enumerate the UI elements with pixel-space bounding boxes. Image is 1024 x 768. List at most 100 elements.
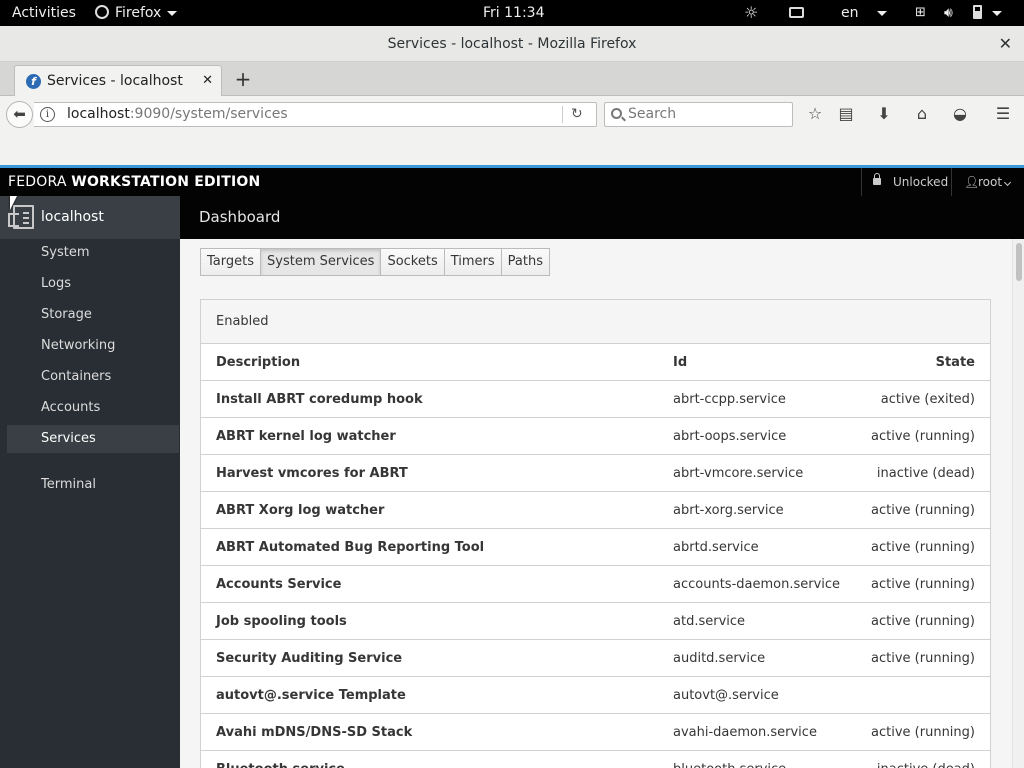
sidebar-item-logs[interactable]: Logs — [7, 270, 179, 298]
browser-tab[interactable]: f Services - localhost ✕ — [14, 65, 222, 97]
service-state: active (running) — [871, 540, 975, 555]
table-row[interactable]: Accounts Service accounts-daemon.service a… — [201, 566, 990, 603]
service-id: auditd.service — [673, 651, 766, 666]
language-menu[interactable]: en — [841, 0, 887, 26]
sidebar-item-networking[interactable]: Networking — [7, 332, 179, 360]
enabled-services-panel: Enabled Description Id State Install ABR… — [200, 299, 991, 768]
user-name: root — [978, 175, 1003, 189]
service-state: inactive (dead) — [877, 751, 975, 768]
cockpit-header: FEDORA WORKSTATION EDITION Unlocked 👤︎ r… — [0, 168, 1024, 196]
service-id: abrt-oops.service — [673, 429, 787, 444]
services-table-body: Install ABRT coredump hook abrt-ccpp.serv… — [201, 381, 990, 768]
table-row[interactable]: ABRT Xorg log watcher abrt-xorg.service ac… — [201, 492, 990, 529]
service-id: abrtd.service — [673, 540, 759, 555]
service-state: active (running) — [871, 503, 975, 518]
tab-paths[interactable]: Paths — [500, 248, 551, 276]
table-row[interactable]: Avahi mDNS/DNS-SD Stack avahi-daemon.serv… — [201, 714, 990, 751]
service-state: inactive (dead) — [876, 466, 975, 481]
url-divider — [562, 106, 563, 123]
brightness-icon[interactable]: ☼ — [744, 0, 758, 26]
panel-heading: Enabled — [201, 300, 990, 344]
search-icon — [611, 108, 622, 119]
volume-icon[interactable]: 🔊︎ — [944, 0, 953, 26]
url-host: localhost — [67, 106, 130, 122]
service-id: abrt-ccpp.service — [673, 392, 786, 407]
lock-icon — [873, 173, 881, 185]
hamburger-menu-icon[interactable]: ☰ — [993, 104, 1013, 124]
window-close-button[interactable]: ✕ — [999, 26, 1012, 62]
column-header-state: State — [935, 355, 975, 370]
user-menu[interactable]: 👤︎ root — [951, 168, 1024, 196]
service-description: Security Auditing Service — [216, 651, 403, 666]
page-breadcrumb[interactable]: Dashboard — [180, 196, 1024, 239]
reload-icon[interactable]: ↻ — [571, 103, 583, 126]
back-button[interactable]: ⬅ — [6, 101, 33, 128]
tab-system-services[interactable]: System Services — [260, 248, 381, 276]
reading-list-icon[interactable]: ▤ — [836, 104, 856, 124]
table-row[interactable]: Install ABRT coredump hook abrt-ccpp.serv… — [201, 381, 990, 418]
firefox-icon — [95, 5, 109, 19]
download-icon[interactable]: ⬇ — [874, 104, 894, 124]
scrollbar[interactable] — [1012, 239, 1024, 768]
clock[interactable]: Fri 11:34 — [483, 0, 544, 26]
service-id: abrt-vmcore.service — [673, 466, 804, 481]
toolbar-spacer — [0, 132, 1024, 168]
service-description: ABRT kernel log watcher — [216, 429, 396, 444]
battery-icon — [973, 5, 982, 19]
brand-light: FEDORA — [8, 174, 72, 190]
home-icon[interactable]: ⌂ — [912, 104, 932, 124]
service-state: active (running) — [871, 429, 975, 444]
gnome-top-bar: Activities Firefox Fri 11:34 ☼ en ⊞ 🔊︎ — [0, 0, 1024, 26]
sidebar-item-containers[interactable]: Containers — [7, 363, 179, 391]
service-id: avahi-daemon.service — [673, 725, 817, 740]
table-row[interactable]: ABRT Automated Bug Reporting Tool abrtd.s… — [201, 529, 990, 566]
browser-tab-label: Services - localhost — [47, 73, 183, 89]
network-icon[interactable]: ⊞ — [915, 0, 926, 26]
display-icon[interactable] — [789, 0, 804, 26]
column-header-id: Id — [673, 355, 688, 370]
sidebar-item-system[interactable]: System — [7, 239, 179, 267]
window-title-bar: Services - localhost - Mozilla Firefox ✕ — [0, 26, 1024, 62]
host-switcher[interactable]: localhost — [0, 196, 180, 239]
sidebar-item-terminal[interactable]: Terminal — [7, 471, 179, 499]
bookmark-star-icon[interactable]: ☆ — [805, 104, 825, 124]
table-row[interactable]: Security Auditing Service auditd.service a… — [201, 640, 990, 677]
chevron-down-icon — [992, 10, 1002, 16]
table-row[interactable]: ABRT kernel log watcher abrt-oops.service… — [201, 418, 990, 455]
table-row[interactable]: Harvest vmcores for ABRT abrt-vmcore.serv… — [201, 455, 990, 492]
table-row[interactable]: autovt@.service Template autovt@.service — [201, 677, 990, 714]
brand-logo: FEDORA WORKSTATION EDITION — [8, 168, 260, 196]
service-description: Job spooling tools — [216, 614, 347, 629]
info-icon[interactable]: i — [40, 107, 55, 122]
privilege-status[interactable]: Unlocked — [861, 168, 951, 196]
service-description: autovt@.service Template — [216, 688, 406, 703]
url-text: localhost:9090/system/services — [67, 103, 288, 126]
tab-sockets[interactable]: Sockets — [380, 248, 444, 276]
search-placeholder: Search — [628, 106, 677, 122]
table-row[interactable]: Job spooling tools atd.service active (run… — [201, 603, 990, 640]
tab-timers[interactable]: Timers — [443, 248, 501, 276]
service-description: Install ABRT coredump hook — [216, 392, 423, 407]
service-state: active (running) — [871, 651, 975, 666]
sidebar-item-services[interactable]: Services — [7, 425, 179, 453]
service-id: abrt-xorg.service — [673, 503, 784, 518]
app-menu-button[interactable]: Firefox — [95, 0, 178, 26]
sidebar-item-accounts[interactable]: Accounts — [7, 394, 179, 422]
tab-targets[interactable]: Targets — [200, 248, 260, 276]
search-input[interactable]: Search — [604, 102, 793, 127]
sidebar-item-storage[interactable]: Storage — [7, 301, 179, 329]
tab-close-icon[interactable]: ✕ — [202, 66, 213, 96]
browser-tab-strip: f Services - localhost ✕ + — [0, 62, 1024, 97]
service-state: active (running) — [871, 614, 975, 629]
service-id: accounts-daemon.service — [673, 577, 841, 592]
table-row[interactable]: Bluetooth service bluetooth.service inacti… — [201, 751, 990, 768]
url-bar[interactable]: i localhost:9090/system/services ↻ — [34, 102, 597, 127]
new-tab-button[interactable]: + — [232, 66, 254, 92]
services-content: Targets System Services Sockets Timers P… — [180, 239, 1012, 768]
pocket-icon[interactable]: ◒ — [950, 104, 970, 124]
system-menu[interactable] — [973, 0, 1002, 26]
activities-button[interactable]: Activities — [12, 0, 76, 26]
service-state: active (running) — [871, 725, 975, 740]
scrollbar-thumb[interactable] — [1016, 243, 1022, 281]
service-state: active (exited) — [880, 392, 975, 407]
